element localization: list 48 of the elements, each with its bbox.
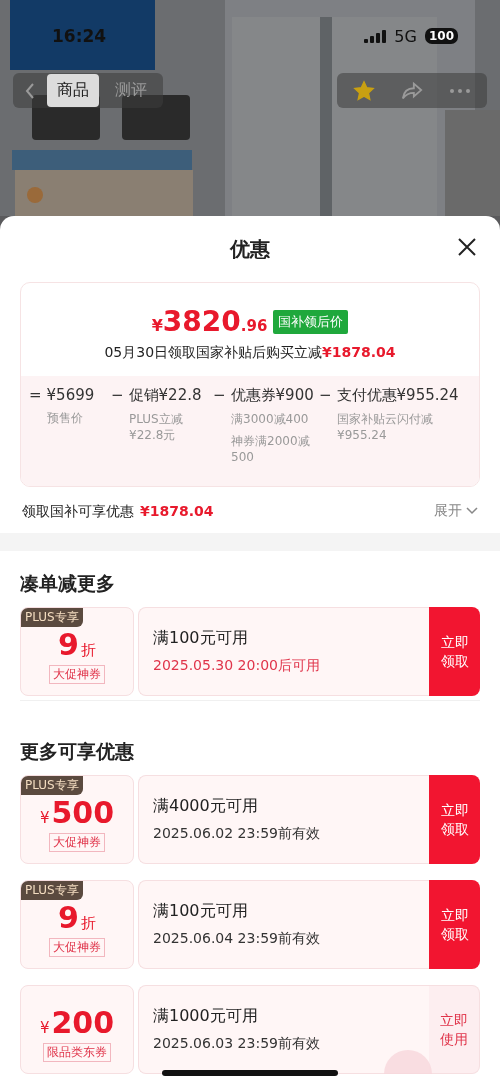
coupon-condition: 满100元可用 bbox=[153, 901, 249, 922]
coupon-validity: 2025.06.04 23:59前有效 bbox=[153, 930, 321, 948]
plus-tag: PLUS专享 bbox=[21, 776, 83, 795]
nav-tab[interactable]: 测评 bbox=[105, 74, 157, 107]
coupon-validity: 2025.05.30 20:00后可用 bbox=[153, 657, 321, 675]
subsidy-summary: 领取国补可享优惠 ¥1878.04 bbox=[22, 502, 214, 521]
coupon-amount: ¥200 bbox=[39, 1005, 115, 1040]
status-time: 16:24 bbox=[52, 26, 107, 46]
section-title: 凑单减更多 bbox=[20, 571, 116, 596]
coupon-action-button[interactable]: 立即领取 bbox=[429, 607, 480, 696]
coupon-condition: 满4000元可用 bbox=[153, 796, 259, 817]
coupon-validity: 2025.06.02 23:59前有效 bbox=[153, 825, 321, 843]
expand-toggle[interactable]: 展开 bbox=[434, 502, 478, 520]
nav-tab[interactable]: 商品 bbox=[47, 74, 99, 107]
plus-tag: PLUS专享 bbox=[21, 608, 83, 627]
breakdown-value: − 优惠券¥900 bbox=[213, 386, 315, 405]
signal-icon bbox=[364, 29, 387, 43]
coupon-type-tag: 限品类东券 bbox=[43, 1043, 111, 1062]
price-badge: 国补领后价 bbox=[273, 309, 349, 334]
coupon-action-button[interactable]: 立即领取 bbox=[429, 775, 480, 864]
plus-tag: PLUS专享 bbox=[21, 881, 83, 900]
breakdown-value: − 促销¥22.8 bbox=[111, 386, 203, 405]
coupon-amount: 9 折 bbox=[58, 900, 96, 935]
coupon-type-tag: 大促神券 bbox=[49, 833, 105, 852]
network-label: 5G bbox=[394, 26, 417, 46]
coupon-condition: 满100元可用 bbox=[153, 628, 249, 649]
coupon-type-tag: 大促神券 bbox=[49, 665, 105, 684]
breakdown-value: − 支付优惠¥955.24 bbox=[319, 386, 459, 405]
coupon-action-button[interactable]: 立即领取 bbox=[429, 880, 480, 969]
coupon-action-button[interactable]: 立即使用 bbox=[429, 985, 480, 1074]
close-icon[interactable] bbox=[458, 238, 476, 256]
coupon-type-tag: 大促神券 bbox=[49, 938, 105, 957]
coupon-amount: ¥500 bbox=[39, 795, 115, 830]
breakdown-note: 神券满2000减500 bbox=[231, 433, 311, 466]
coupon-validity: 2025.06.03 23:59前有效 bbox=[153, 1035, 321, 1053]
battery-level: 100 bbox=[424, 28, 458, 44]
sheet-title: 优惠 bbox=[230, 235, 270, 263]
section-title: 更多可享优惠 bbox=[20, 739, 135, 764]
breakdown-note: PLUS立减¥22.8元 bbox=[129, 411, 184, 444]
breakdown-value: = ¥5699 bbox=[29, 386, 96, 404]
breakdown-note: 国家补贴云闪付减¥955.24 bbox=[337, 411, 434, 444]
coupon-condition: 满1000元可用 bbox=[153, 1006, 259, 1027]
chevron-icon bbox=[466, 507, 478, 515]
breakdown-note: 满3000减400 bbox=[231, 411, 310, 428]
subsidy-note: 05月30日领取国家补贴后购买立减¥1878.04 bbox=[104, 344, 396, 362]
breakdown-note: 预售价 bbox=[47, 410, 84, 427]
coupon-amount: 9 折 bbox=[58, 627, 96, 662]
final-price: ¥3820.96 bbox=[151, 305, 268, 338]
